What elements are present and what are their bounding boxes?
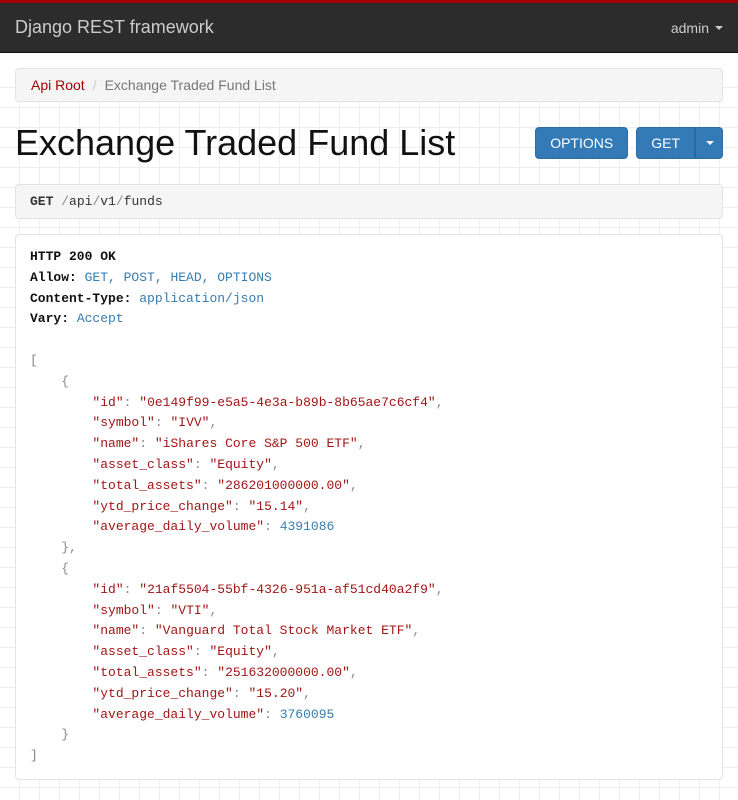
breadcrumb-current: Exchange Traded Fund List [105,77,276,93]
page-title: Exchange Traded Fund List [15,122,455,164]
request-path: /api/v1/funds [61,194,162,209]
response-body: HTTP 200 OK Allow: GET, POST, HEAD, OPTI… [15,234,723,780]
get-dropdown-toggle[interactable] [695,127,723,159]
options-button[interactable]: OPTIONS [535,127,628,159]
caret-down-icon [715,26,723,30]
caret-down-icon [706,141,714,145]
brand-link[interactable]: Django REST framework [15,17,214,38]
navbar: Django REST framework admin [0,3,738,53]
request-line: GET /api/v1/funds [15,184,723,219]
user-menu[interactable]: admin [671,20,723,36]
user-label: admin [671,20,709,36]
request-method: GET [30,194,53,209]
breadcrumb-separator: / [93,77,97,93]
get-button[interactable]: GET [636,127,695,159]
action-buttons: OPTIONS GET [535,127,723,159]
breadcrumb: Api Root / Exchange Traded Fund List [15,68,723,102]
breadcrumb-root-link[interactable]: Api Root [31,77,85,93]
get-button-group: GET [636,127,723,159]
